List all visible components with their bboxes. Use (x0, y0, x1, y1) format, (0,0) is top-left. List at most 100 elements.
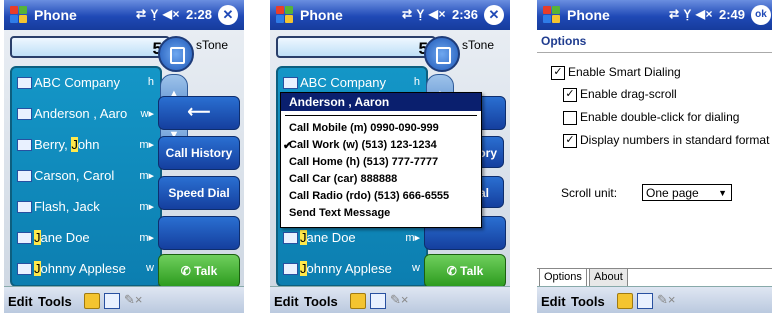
drag-scroll-checkbox[interactable]: ✓ (563, 88, 577, 102)
tools-menu[interactable]: Tools (304, 294, 338, 309)
start-menu-icon[interactable] (543, 6, 561, 24)
status-icons[interactable]: ⇄ Ỵ ◀× (136, 7, 180, 21)
input-panel-icon[interactable]: ✎× (390, 292, 408, 308)
checkmark-icon: ✔ (283, 140, 293, 152)
contact-name: Berry, John (34, 137, 100, 152)
menu-item-call-home[interactable]: Call Home (h) (513) 777-7777 (289, 156, 438, 168)
backspace-button[interactable]: ⟵ (158, 96, 240, 130)
menu-item-call-radio[interactable]: Call Radio (rdo) (513) 666-6555 (289, 190, 449, 202)
contact-card-icon (17, 139, 32, 151)
contact-name: Anderson , Aaro (34, 106, 128, 121)
speed-dial-button[interactable]: Speed Dial (158, 176, 240, 210)
menu-item-call-work[interactable]: ✔ Call Work (w) (513) 123-1234 (283, 139, 437, 152)
clock[interactable]: 2:36 (452, 7, 478, 22)
list-item[interactable]: Johnny Applese w (12, 254, 160, 285)
folder-icon[interactable] (84, 293, 100, 309)
window-title: Phone (34, 7, 77, 23)
contacts-icon[interactable] (104, 293, 120, 309)
standard-format-checkbox[interactable]: ✓ (563, 134, 577, 148)
drag-scroll-label: Enable drag-scroll (580, 87, 677, 101)
contact-context-menu[interactable]: Anderson , Aaron Call Mobile (m) 0990-09… (280, 92, 482, 228)
scroll-unit-label: Scroll unit: (561, 186, 618, 200)
standard-format-label: Display numbers in standard format (580, 133, 770, 147)
call-history-button[interactable]: Call History (158, 136, 240, 170)
window-title: Phone (300, 7, 343, 23)
list-item[interactable]: Johnny Applese w (278, 254, 426, 285)
menu-item-call-car[interactable]: Call Car (car) 888888 (289, 173, 397, 185)
menu-divider (285, 115, 477, 116)
edit-menu[interactable]: Edit (541, 294, 566, 309)
number-input[interactable]: 5 (10, 36, 170, 58)
tone-label: sTone (462, 38, 495, 52)
tone-label: sTone (196, 38, 229, 52)
list-item[interactable]: Carson, Carol m▸ (12, 161, 160, 192)
clock[interactable]: 2:49 (719, 7, 745, 22)
list-item[interactable]: Anderson , Aaro w▸ (12, 99, 160, 130)
double-click-label: Enable double-click for dialing (580, 110, 740, 124)
tools-menu[interactable]: Tools (38, 294, 72, 309)
contact-name: ABC Company (34, 75, 120, 90)
talk-button[interactable]: ✆ Talk (158, 254, 240, 288)
title-bar: Phone ⇄ Ỵ ◀× 2:36 ✕ (270, 0, 510, 30)
tab-options[interactable]: Options (539, 269, 587, 287)
contact-card-icon (17, 201, 32, 213)
options-header: Options (537, 30, 772, 53)
title-bar: Phone ⇄ Ỵ ◀× 2:49 ok (537, 0, 772, 30)
ok-button[interactable]: ok (751, 5, 771, 25)
context-menu-header: Anderson , Aaron (281, 93, 481, 111)
talk-button[interactable]: ✆ Talk (424, 254, 506, 288)
edit-menu[interactable]: Edit (274, 294, 299, 309)
phone-screen-options: Phone ⇄ Ỵ ◀× 2:49 ok Options ✓ Enable Sm… (537, 0, 772, 313)
contact-list[interactable]: ABC Company h Anderson , Aaro w▸ Berry, … (10, 66, 162, 287)
list-item[interactable]: Jane Doe m▸ (12, 223, 160, 254)
smart-dialing-checkbox[interactable]: ✓ (551, 66, 565, 80)
menu-bar: Edit Tools ✎× (270, 286, 510, 313)
close-icon[interactable]: ✕ (484, 5, 504, 25)
page-title: Options (541, 34, 587, 48)
contact-name: ABC Company (300, 75, 386, 90)
smart-dialing-label: Enable Smart Dialing (568, 65, 681, 79)
menu-item-call-mobile[interactable]: Call Mobile (m) 0990-090-999 (289, 122, 439, 134)
contact-type: h (413, 76, 420, 88)
list-item[interactable]: Flash, Jack m▸ (12, 192, 160, 223)
contact-type: w (146, 262, 154, 274)
list-item[interactable]: Berry, John m▸ (12, 130, 160, 161)
contact-type: h (147, 76, 154, 88)
blank-button[interactable] (158, 216, 240, 250)
keypad-icon[interactable] (424, 36, 460, 72)
dialer-body: 5 sTone ABC Company h Anderson , Aaro w▸… (4, 30, 244, 288)
status-icons[interactable]: ⇄ Ỵ ◀× (402, 7, 446, 21)
menu-item-send-text[interactable]: Send Text Message (289, 207, 390, 219)
tools-menu[interactable]: Tools (571, 294, 605, 309)
double-click-checkbox[interactable] (563, 111, 577, 125)
scroll-unit-select[interactable]: One page ▼ (642, 184, 732, 201)
keypad-icon[interactable] (158, 36, 194, 72)
tab-strip: Options About (537, 268, 772, 287)
contact-card-icon (283, 263, 298, 275)
chevron-down-icon: ▼ (718, 188, 727, 198)
input-panel-icon[interactable]: ✎× (657, 292, 675, 308)
contact-name: Johnny Applese (34, 261, 126, 276)
contacts-icon[interactable] (370, 293, 386, 309)
contact-type: m▸ (139, 139, 154, 151)
contact-card-icon (17, 170, 32, 182)
contact-name: Carson, Carol (34, 168, 115, 183)
start-menu-icon[interactable] (10, 6, 28, 24)
status-icons[interactable]: ⇄ Ỵ ◀× (669, 7, 713, 21)
phone-screen-dialer: Phone ⇄ Ỵ ◀× 2:28 ✕ 5 sTone ABC Company … (4, 0, 244, 313)
contact-type: w (412, 262, 420, 274)
contact-card-icon (17, 108, 32, 120)
phone-screen-context-menu: Phone ⇄ Ỵ ◀× 2:36 ✕ 5 sTone ABC Company … (270, 0, 510, 313)
folder-icon[interactable] (617, 293, 633, 309)
edit-menu[interactable]: Edit (8, 294, 33, 309)
list-item[interactable]: ABC Company h (12, 68, 160, 99)
contact-type: m▸ (139, 201, 154, 213)
contacts-icon[interactable] (637, 293, 653, 309)
folder-icon[interactable] (350, 293, 366, 309)
tab-about[interactable]: About (589, 269, 628, 287)
number-input[interactable]: 5 (276, 36, 436, 58)
close-icon[interactable]: ✕ (218, 5, 238, 25)
clock[interactable]: 2:28 (186, 7, 212, 22)
start-menu-icon[interactable] (276, 6, 294, 24)
input-panel-icon[interactable]: ✎× (124, 292, 142, 308)
